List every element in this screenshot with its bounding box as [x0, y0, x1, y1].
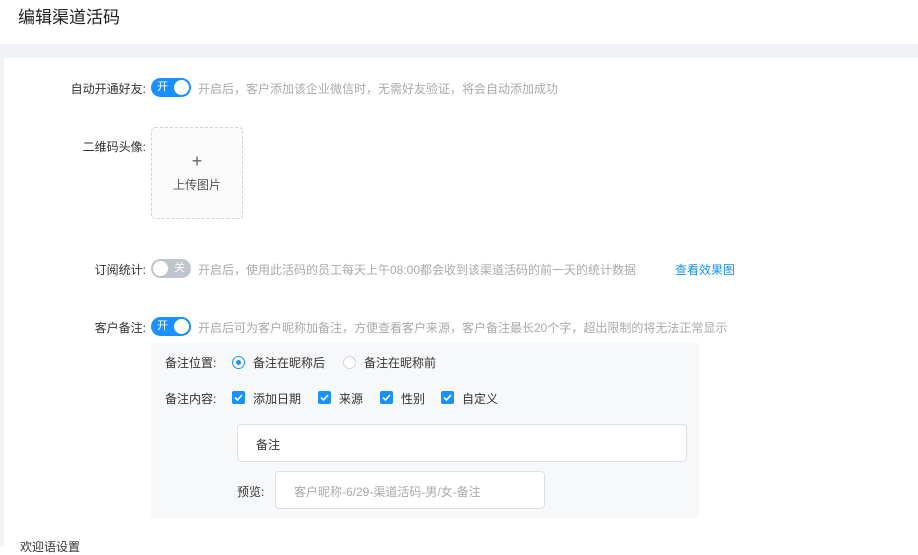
auto-friend-switch[interactable]: 开: [151, 78, 191, 97]
auto-friend-label: 自动开通好友:: [70, 82, 146, 96]
preview-field: 客户昵称-6/29-渠道活码-男/女-备注: [275, 471, 545, 509]
customer-remark-switch-text: 开: [157, 320, 168, 332]
auto-friend-switch-text: 开: [157, 81, 168, 93]
radio-after-nickname-label[interactable]: 备注在昵称后: [253, 354, 325, 371]
remark-position-label: 备注位置:: [165, 356, 217, 370]
welcome-message-section-label: 欢迎语设置: [20, 540, 81, 554]
plus-icon: +: [191, 151, 203, 171]
check-icon: [443, 394, 452, 402]
header-divider-band: [0, 44, 918, 58]
checkbox-gender-label[interactable]: 性别: [401, 390, 425, 407]
preview-value: 客户昵称-6/29-渠道活码-男/女-备注: [294, 485, 481, 499]
remark-content-label: 备注内容:: [165, 392, 217, 406]
checkbox-add-date-label[interactable]: 添加日期: [253, 390, 301, 407]
checkbox-source[interactable]: [318, 391, 331, 404]
view-effect-link[interactable]: 查看效果图: [675, 261, 735, 278]
radio-before-nickname[interactable]: [343, 356, 356, 369]
checkbox-source-label[interactable]: 来源: [339, 390, 363, 407]
switch-knob: [174, 80, 189, 95]
upload-image-text: 上传图片: [172, 178, 221, 192]
switch-knob: [174, 319, 189, 334]
switch-knob: [153, 261, 168, 276]
upload-image-button[interactable]: + 上传图片: [151, 127, 243, 219]
check-icon: [382, 394, 391, 402]
check-icon: [320, 394, 329, 402]
checkbox-custom[interactable]: [441, 391, 454, 404]
customer-remark-label: 客户备注:: [94, 321, 146, 335]
radio-before-nickname-label[interactable]: 备注在昵称前: [364, 354, 436, 371]
auto-friend-hint: 开启后，客户添加该企业微信时，无需好友验证，将会自动添加成功: [198, 82, 559, 96]
page-header: 编辑渠道活码: [0, 0, 918, 44]
checkbox-add-date[interactable]: [232, 391, 245, 404]
subscribe-stats-hint: 开启后，使用此活码的员工每天上午08:00都会收到该渠道活码的前一天的统计数据: [198, 263, 637, 277]
checkbox-custom-label[interactable]: 自定义: [462, 390, 498, 407]
radio-after-nickname[interactable]: [232, 356, 245, 369]
subscribe-stats-switch-text: 关: [174, 262, 185, 274]
subscribe-stats-label: 订阅统计:: [94, 263, 146, 277]
customer-remark-switch[interactable]: 开: [151, 317, 191, 336]
page-title: 编辑渠道活码: [18, 8, 120, 27]
checkbox-gender[interactable]: [380, 391, 393, 404]
custom-remark-value: 备注: [256, 438, 281, 452]
customer-remark-hint: 开启后可为客户昵称加备注，方便查看客户来源，客户备注最长20个字，超出限制的将无…: [198, 321, 728, 335]
preview-label: 预览:: [237, 485, 265, 499]
qr-avatar-label: 二维码头像:: [82, 140, 146, 154]
custom-remark-input[interactable]: 备注: [237, 424, 687, 462]
check-icon: [234, 394, 243, 402]
subscribe-stats-switch[interactable]: 关: [151, 259, 191, 278]
